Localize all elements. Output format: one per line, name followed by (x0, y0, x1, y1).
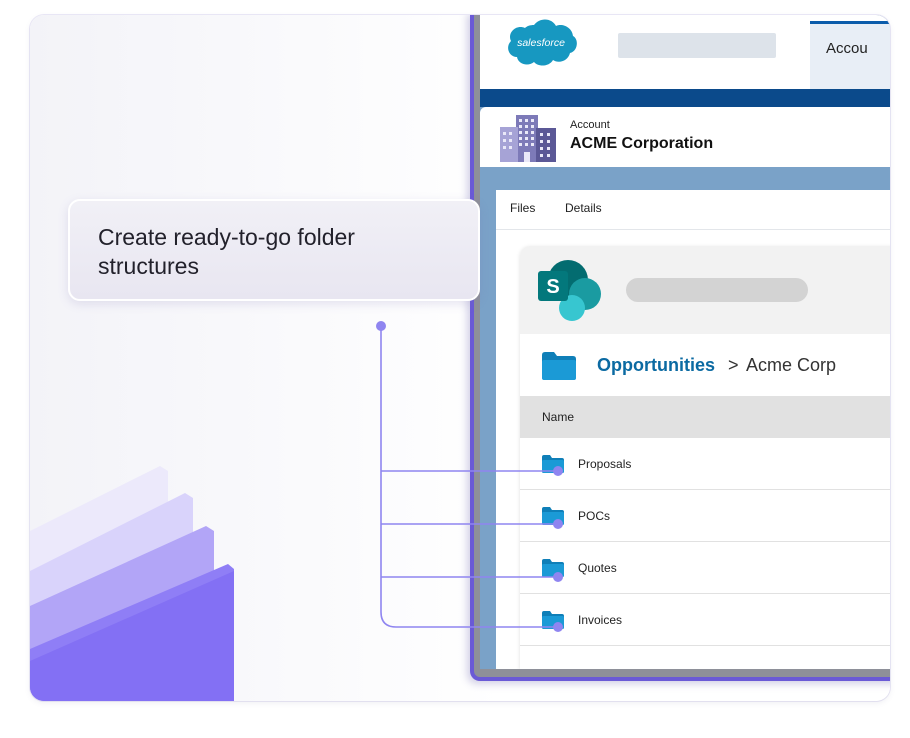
folder-icon (542, 507, 564, 530)
folder-icon (542, 352, 576, 385)
callout-text: Create ready-to-go folder structures (98, 224, 355, 279)
record-type-label: Account (570, 119, 610, 131)
tab-account-label: Accou (826, 40, 868, 57)
tab-files[interactable]: Files (510, 201, 535, 215)
sharepoint-header: S (520, 246, 890, 334)
column-header-row: Name (520, 396, 890, 438)
folder-icon (542, 559, 564, 582)
column-header-name[interactable]: Name (542, 410, 574, 424)
breadcrumb: Opportunities > Acme Corp (520, 334, 890, 396)
app-screen: salesforce Accou Account ACME Corporatio… (480, 15, 890, 669)
nav-band (480, 89, 890, 107)
record-tabs: Files Details (496, 190, 890, 230)
global-search-input[interactable] (618, 33, 776, 58)
salesforce-header: salesforce Accou (480, 15, 890, 89)
sharepoint-logo: S (534, 256, 604, 326)
account-name: ACME Corporation (570, 135, 714, 152)
breadcrumb-current: Acme Corp (746, 355, 837, 375)
folder-name: Proposals (578, 457, 632, 471)
hero-card: salesforce Accou Account ACME Corporatio… (30, 15, 890, 701)
folder-icon (542, 455, 564, 478)
folder-row-quotes[interactable]: Quotes (520, 542, 890, 594)
folder-icon (542, 611, 564, 634)
folder-row-proposals[interactable]: Proposals (520, 438, 890, 490)
sharepoint-logo-letter: S (546, 276, 559, 298)
folder-row-invoices[interactable]: Invoices (520, 594, 890, 646)
account-header: Account ACME Corporation (480, 107, 890, 167)
tab-details[interactable]: Details (565, 201, 602, 215)
feature-callout: Create ready-to-go folder structures (68, 199, 480, 301)
folder-list: Proposals POCs Quotes Invoices (520, 438, 890, 646)
site-title-placeholder (626, 278, 808, 302)
folder-name: POCs (578, 509, 611, 523)
breadcrumb-separator: > (728, 355, 739, 375)
related-panel: Files Details S Opportunities > Acme Cor… (496, 190, 890, 669)
tab-account[interactable]: Accou (810, 21, 890, 89)
salesforce-logo-text: salesforce (517, 37, 565, 49)
building-icon (498, 112, 558, 162)
folder-row-pocs[interactable]: POCs (520, 490, 890, 542)
folder-name: Quotes (578, 561, 617, 575)
app-window: salesforce Accou Account ACME Corporatio… (470, 15, 890, 681)
sharepoint-library: S Opportunities > Acme Corp Name Proposa… (520, 246, 890, 669)
folder-stack-illustration (30, 421, 270, 701)
folder-name: Invoices (578, 613, 623, 627)
breadcrumb-parent-link[interactable]: Opportunities (597, 355, 715, 376)
salesforce-logo[interactable]: salesforce (504, 17, 578, 69)
